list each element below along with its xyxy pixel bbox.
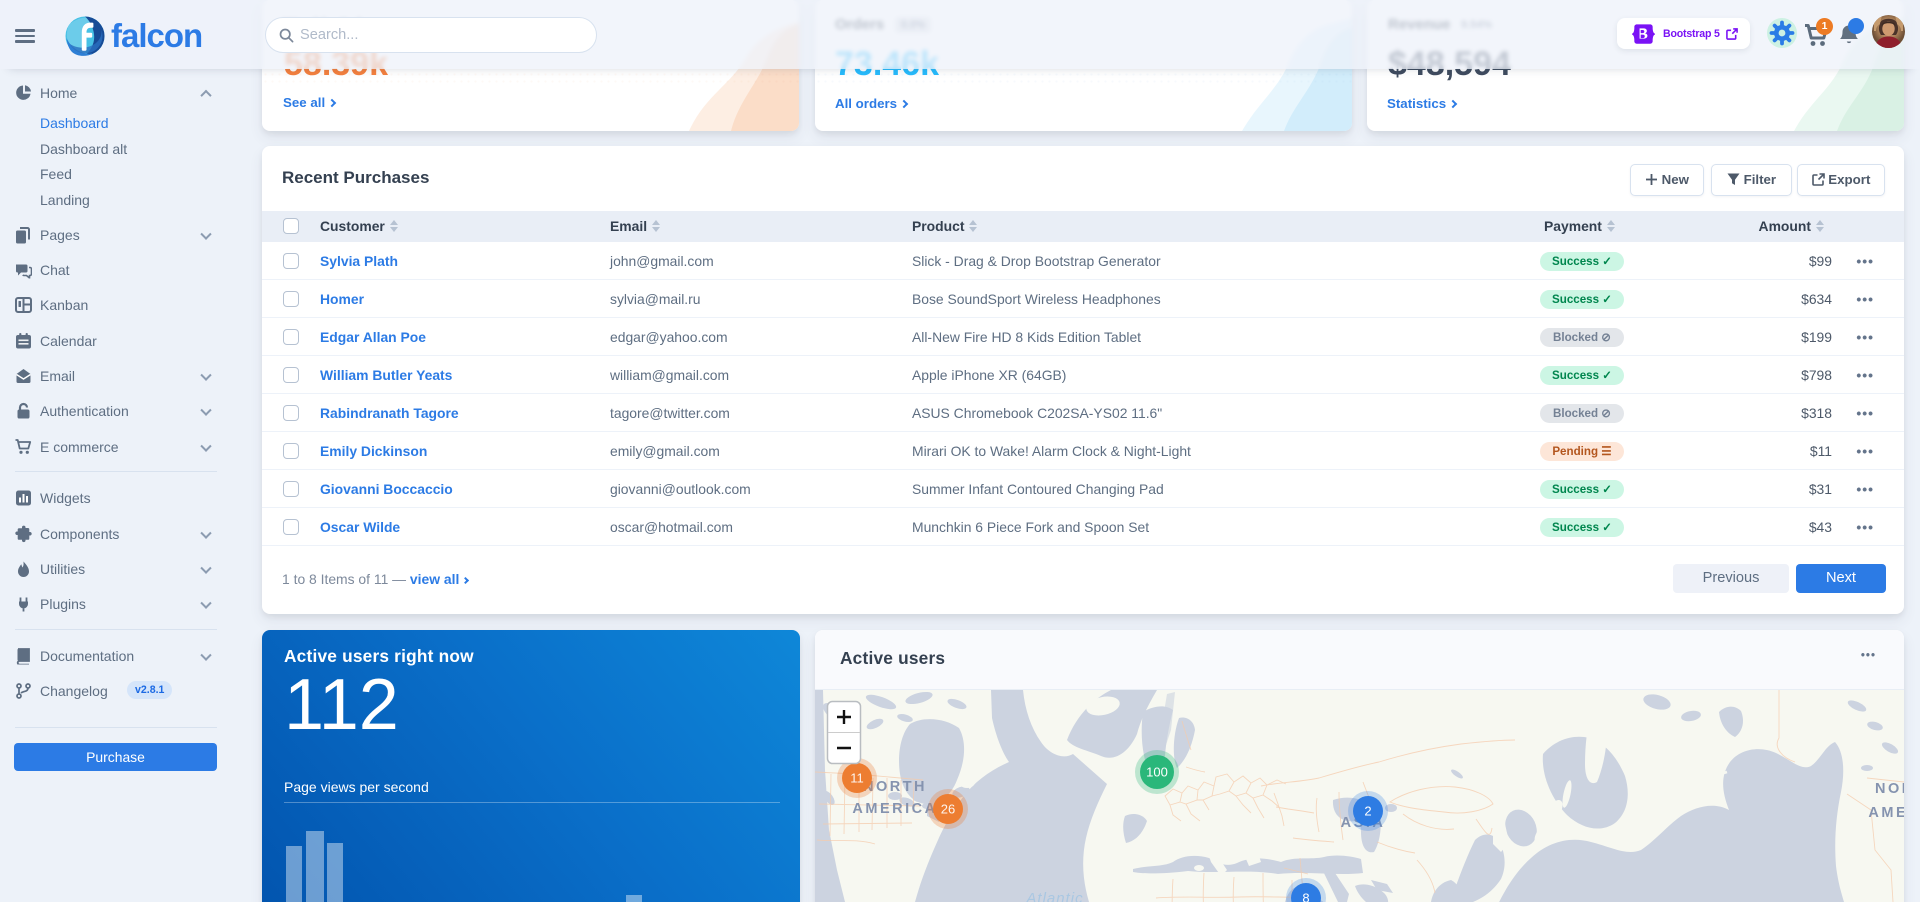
- svg-text:2: 2: [1364, 804, 1371, 819]
- svg-text:AMERICA: AMERICA: [1868, 805, 1904, 821]
- svg-text:AMERICA: AMERICA: [852, 801, 937, 817]
- svg-text:Atlantic: Atlantic: [1025, 890, 1083, 902]
- svg-text:8: 8: [1302, 891, 1309, 902]
- svg-text:100: 100: [1146, 765, 1168, 780]
- svg-text:26: 26: [941, 802, 955, 817]
- svg-text:11: 11: [850, 771, 864, 786]
- svg-text:NORTH: NORTH: [1875, 781, 1904, 797]
